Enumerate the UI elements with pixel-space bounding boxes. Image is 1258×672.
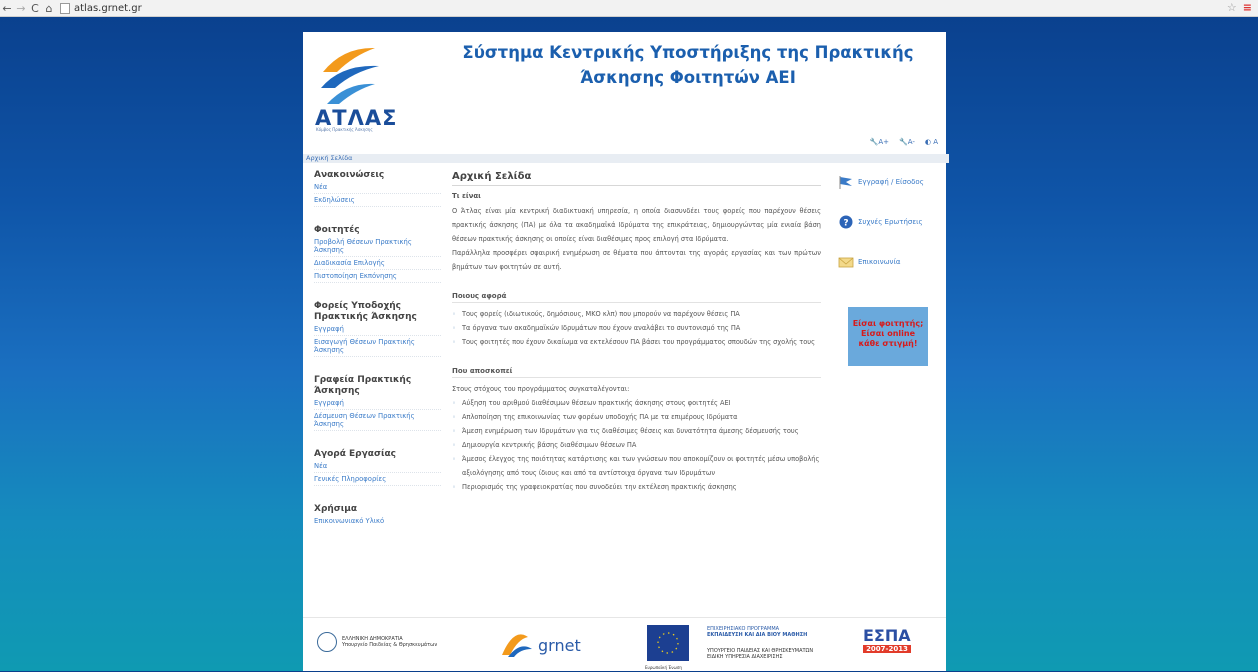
footer-logos: ΕΛΛΗΝΙΚΗ ΔΗΜΟΚΡΑΤΙΑ Υπουργείο Παιδείας &… — [303, 617, 946, 672]
site-title: Σύστημα Κεντρικής Υποστήριξης της Πρακτι… — [462, 43, 914, 87]
list-item: Δημιουργία κεντρικής βάσης διαθέσιμων θέ… — [452, 438, 821, 452]
grnet-logo[interactable]: grnet — [498, 627, 588, 665]
url-text: atlas.grnet.gr — [74, 2, 142, 14]
login-link[interactable]: Εγγραφή / Είσοδος — [838, 173, 948, 191]
list-item: Τους φοιτητές που έχουν δικαίωμα να εκτε… — [452, 335, 821, 349]
student-promo-banner[interactable]: Είσαι φοιτητής; Είσαι online κάθε στιγμή… — [848, 307, 928, 366]
bookmark-star-icon[interactable]: ☆ — [1227, 1, 1237, 14]
program-line-2: ΕΚΠΑΙΔΕΥΣΗ ΚΑΙ ΔΙΑ ΒΙΟΥ ΜΑΘΗΣΗ — [707, 632, 808, 638]
breadcrumb[interactable]: Αρχική Σελίδα — [303, 154, 949, 163]
goal-list: Αύξηση του αριθμού διαθέσιμων θέσεων πρα… — [452, 396, 821, 494]
list-item: Απλοποίηση της επικοινωνίας των φορέων υ… — [452, 410, 821, 424]
greek-state-logo[interactable]: ΕΛΛΗΝΙΚΗ ΔΗΜΟΚΡΑΤΙΑ Υπουργείο Παιδείας &… — [317, 632, 437, 652]
sidebar-item-selection-process[interactable]: Διαδικασία Επιλογής — [314, 257, 441, 270]
sidebar-item-host-register[interactable]: Εγγραφή — [314, 323, 441, 336]
svg-text:?: ? — [843, 219, 848, 229]
sidebar: Ανακοινώσεις Νέα Εκδηλώσεις Φοιτητές Προ… — [314, 170, 441, 527]
back-button[interactable]: ← — [0, 2, 14, 15]
sidebar-item-insert-positions[interactable]: Εισαγωγή Θέσεων Πρακτικής Άσκησης — [314, 336, 441, 357]
atlas-logo-icon — [321, 47, 379, 104]
main-content: Αρχική Σελίδα Τι είναι Ο Άτλας είναι μία… — [452, 171, 821, 494]
sidebar-item-job-news[interactable]: Νέα — [314, 460, 441, 473]
accessibility-controls: 🔧A+ 🔧A- ◐ A — [870, 138, 938, 146]
logo-subtitle: Κόμβος Πρακτικής Άσκησης — [316, 127, 373, 132]
font-decrease-button[interactable]: 🔧A- — [899, 138, 915, 146]
espa-logo[interactable]: ΕΣΠΑ 2007-2013 — [863, 626, 933, 653]
contrast-button[interactable]: ◐ A — [925, 138, 938, 146]
page-container: ΑΤΛΑΣ Κόμβος Πρακτικής Άσκησης Σύστημα Κ… — [303, 32, 949, 672]
browser-toolbar: ← → C ⌂ atlas.grnet.gr ☆ ≡ — [0, 0, 1258, 17]
envelope-icon — [838, 257, 854, 268]
promo-line-2: Είσαι online — [860, 329, 915, 338]
sidebar-item-material[interactable]: Επικοινωνιακό Υλικό — [314, 515, 441, 527]
eu-stars-icon — [657, 632, 679, 654]
goal-intro: Στους στόχους του προγράμματος συγκαταλέ… — [452, 385, 630, 393]
flag-icon — [839, 176, 852, 189]
sidebar-heading-students: Φοιτητές — [314, 225, 360, 235]
sidebar-heading-useful: Χρήσιμα — [314, 504, 358, 514]
list-item: Άμεσος έλεγχος της ποιότητας κατάρτισης … — [452, 452, 821, 480]
sidebar-item-office-register[interactable]: Εγγραφή — [314, 397, 441, 410]
contact-label: Επικοινωνία — [858, 258, 901, 266]
reload-button[interactable]: C — [28, 2, 42, 15]
section-title-goal: Που αποσκοπεί — [452, 367, 821, 378]
sidebar-heading-host-organizations: Φορείς Υποδοχής Πρακτικής Άσκησης — [314, 301, 417, 322]
who-list: Τους φορείς (ιδιωτικούς, δημόσιους, ΜΚΟ … — [452, 307, 821, 349]
home-button[interactable]: ⌂ — [42, 2, 56, 15]
list-item: Τους φορείς (ιδιωτικούς, δημόσιους, ΜΚΟ … — [452, 307, 821, 321]
address-bar[interactable]: atlas.grnet.gr — [60, 2, 142, 14]
sidebar-item-general-info[interactable]: Γενικές Πληροφορίες — [314, 473, 441, 486]
sidebar-heading-offices: Γραφεία Πρακτικής Άσκησης — [314, 375, 412, 396]
list-item: Αύξηση του αριθμού διαθέσιμων θέσεων πρα… — [452, 396, 821, 410]
grnet-icon: grnet — [502, 634, 581, 657]
font-increase-button[interactable]: 🔧A+ — [870, 138, 889, 146]
list-item: Περιορισμός της γραφειοκρατίας που συνοδ… — [452, 480, 821, 494]
right-column: Εγγραφή / Είσοδος ? Συχνές Ερωτήσεις Επι… — [838, 173, 948, 366]
question-icon: ? — [839, 215, 853, 229]
what-paragraph-1: Ο Άτλας είναι μία κεντρική διαδικτυακή υ… — [452, 207, 821, 243]
site-header: ΑΤΛΑΣ Κόμβος Πρακτικής Άσκησης Σύστημα Κ… — [303, 32, 946, 158]
grnet-text: grnet — [538, 636, 581, 655]
section-title-what: Τι είναι — [452, 192, 481, 200]
page-icon — [60, 2, 70, 14]
login-label: Εγγραφή / Είσοδος — [858, 178, 924, 186]
page-title: Αρχική Σελίδα — [452, 171, 821, 186]
sidebar-heading-announcements: Ανακοινώσεις — [314, 170, 385, 180]
espa-text: ΕΣΠΑ — [863, 626, 911, 645]
sidebar-item-reserve-positions[interactable]: Δέσμευση Θέσεων Πρακτικής Άσκησης — [314, 410, 441, 431]
faq-link[interactable]: ? Συχνές Ερωτήσεις — [838, 213, 948, 231]
ministry-text: Υπουργείο Παιδείας & Θρησκευμάτων — [342, 642, 438, 648]
greek-seal-icon — [317, 632, 337, 652]
list-item: Τα όργανα των ακαδημαϊκών Ιδρυμάτων που … — [452, 321, 821, 335]
program-line-4: ΕΙΔΙΚΗ ΥΠΗΡΕΣΙΑ ΔΙΑΧΕΙΡΙΣΗΣ — [707, 654, 783, 660]
promo-line-1: Είσαι φοιτητής; — [852, 319, 924, 328]
forward-button[interactable]: → — [14, 2, 28, 15]
sidebar-item-events[interactable]: Εκδηλώσεις — [314, 194, 441, 207]
espa-years: 2007-2013 — [863, 645, 911, 653]
browser-menu-icon[interactable]: ≡ — [1243, 1, 1252, 14]
contact-link[interactable]: Επικοινωνία — [838, 253, 948, 271]
list-item: Άμεση ενημέρωση των Ιδρυμάτων για τις δι… — [452, 424, 821, 438]
eu-label: Ευρωπαϊκή Ένωση — [645, 665, 682, 670]
program-logo[interactable]: ΕΠΙΧΕΙΡΗΣΙΑΚΟ ΠΡΟΓΡΑΜΜΑ ΕΚΠΑΙΔΕΥΣΗ ΚΑΙ Δ… — [707, 626, 832, 660]
section-title-who: Ποιους αφορά — [452, 292, 821, 303]
promo-line-3: κάθε στιγμή! — [858, 339, 918, 348]
sidebar-item-news[interactable]: Νέα — [314, 181, 441, 194]
sidebar-item-certification[interactable]: Πιστοποίηση Εκπόνησης — [314, 270, 441, 283]
sidebar-heading-job-market: Αγορά Εργασίας — [314, 449, 396, 459]
faq-label: Συχνές Ερωτήσεις — [858, 218, 923, 226]
what-paragraph-2: Παράλληλα προσφέρει σφαιρική ενημέρωση σ… — [452, 249, 821, 271]
eu-flag[interactable] — [647, 625, 689, 661]
sidebar-item-view-positions[interactable]: Προβολή Θέσεων Πρακτικής Άσκησης — [314, 236, 441, 257]
